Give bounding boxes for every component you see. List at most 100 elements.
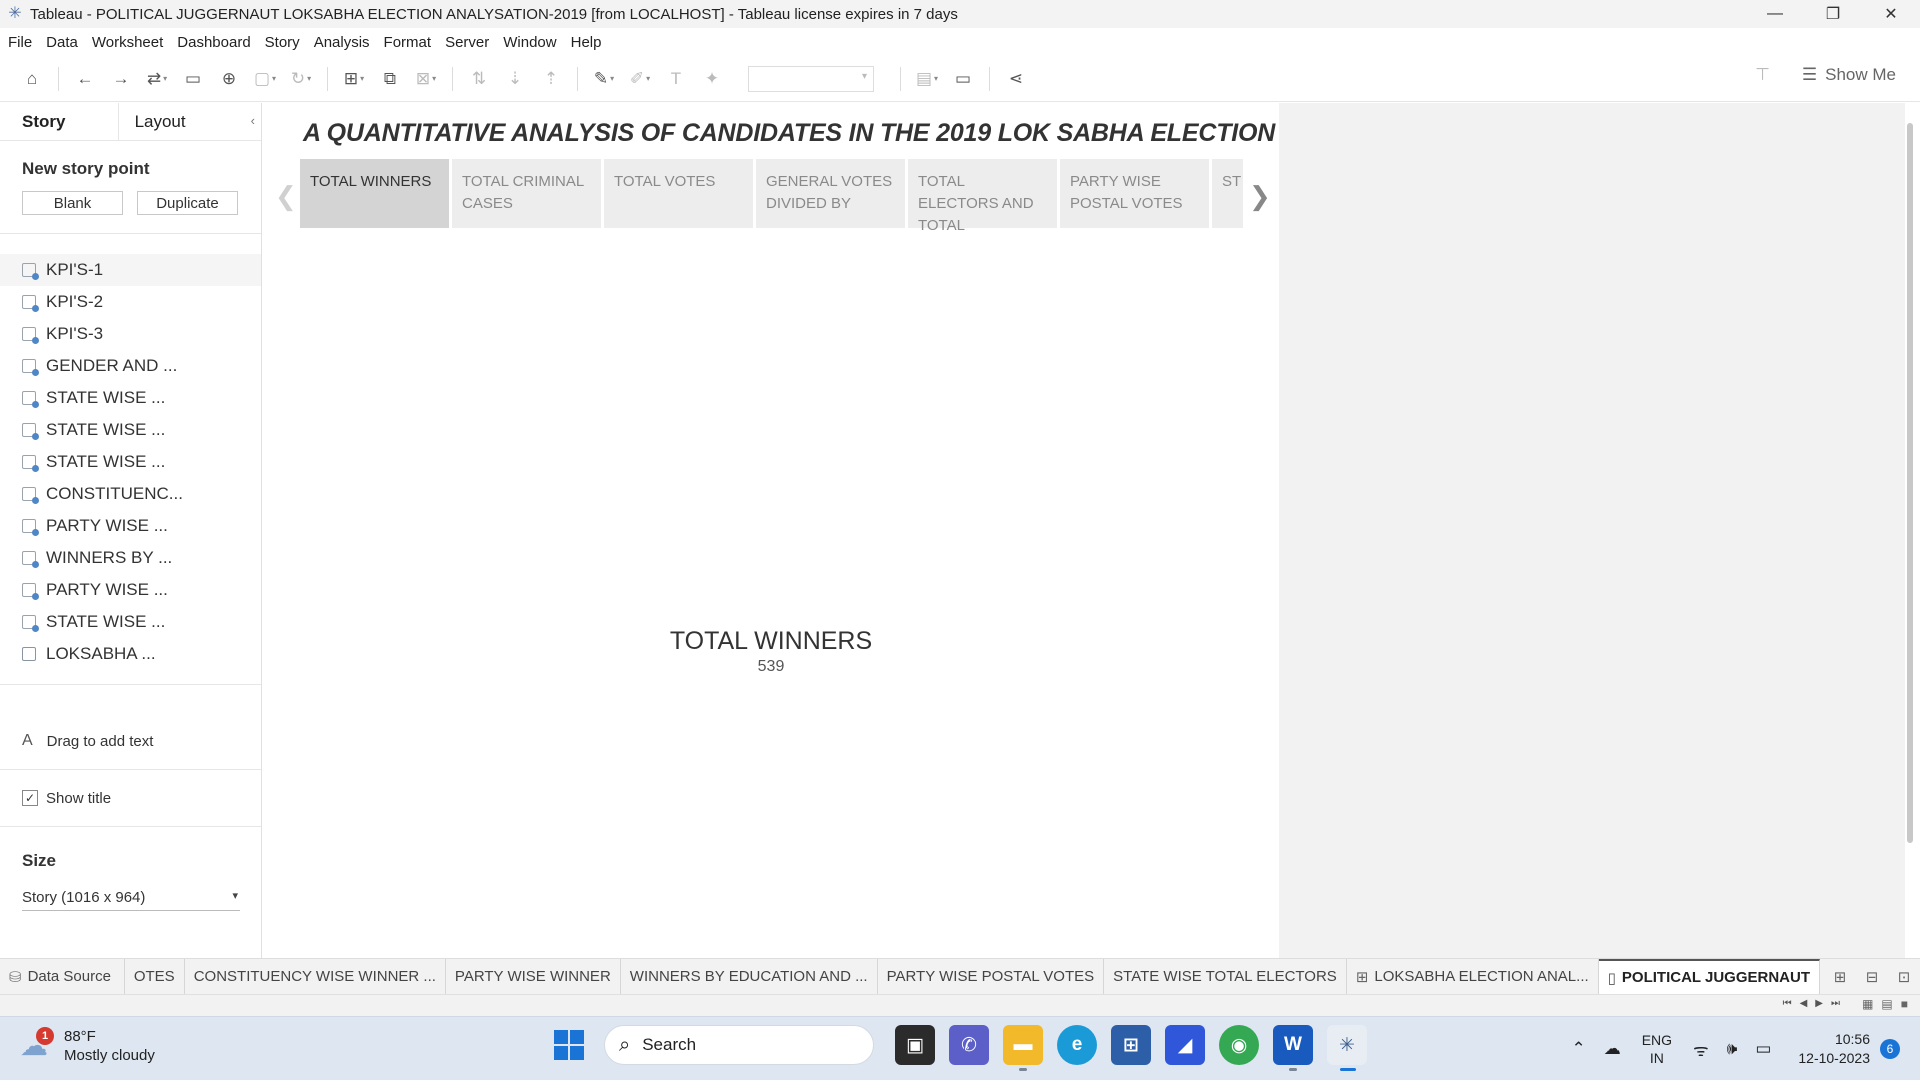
drag-to-add-text[interactable]: A Drag to add text [0, 685, 261, 769]
taskbar-search[interactable]: ⌕ Search [604, 1025, 874, 1065]
story-point-total-winners[interactable]: TOTAL WINNERS [300, 159, 449, 228]
close-button[interactable]: ✕ [1862, 0, 1920, 28]
list-item[interactable]: STATE WISE ... [0, 446, 261, 478]
list-item[interactable]: WINNERS BY ... [0, 542, 261, 574]
duplicate-sheet-icon[interactable]: ⧉ [372, 64, 408, 94]
list-item[interactable]: LOKSABHA ... [0, 638, 261, 670]
chevron-up-icon[interactable]: ⌃ [1571, 1039, 1585, 1059]
restore-button[interactable]: ❐ [1804, 0, 1862, 28]
show-me-button[interactable]: ⊤ ☰ Show Me [1755, 65, 1896, 85]
story-point-total-electors[interactable]: TOTAL ELECTORS AND TOTAL [908, 159, 1057, 231]
tableau-taskbar-icon[interactable]: ✳ [1327, 1025, 1367, 1071]
list-item[interactable]: PARTY WISE ... [0, 574, 261, 606]
notification-count-badge[interactable]: 6 [1880, 1039, 1900, 1059]
show-mark-labels-icon[interactable]: T [658, 64, 694, 94]
new-worksheet-icon[interactable]: ⊞ ▾ [336, 64, 372, 94]
list-item[interactable]: GENDER AND ... [0, 350, 261, 382]
view-mode-icons[interactable]: ▦▤■ [1862, 997, 1916, 1011]
language-indicator[interactable]: ENG IN [1642, 1031, 1672, 1067]
duplicate-button[interactable]: Duplicate [137, 191, 238, 215]
redo-icon[interactable]: → [103, 64, 139, 94]
edge-browser-icon[interactable]: e [1057, 1025, 1097, 1065]
tab-data-source[interactable]: ⛁ Data Source [0, 958, 125, 995]
sort-ascending-icon[interactable]: ⇣ [497, 64, 533, 94]
sheet-navigation-arrows[interactable]: ⏮◀▶⏭ [1783, 998, 1848, 1009]
word-icon[interactable]: W [1273, 1025, 1313, 1071]
copilot-app-icon[interactable]: ◢ [1165, 1025, 1205, 1065]
menu-dashboard[interactable]: Dashboard [177, 34, 250, 51]
microsoft-store-icon[interactable]: ⊞ [1111, 1025, 1151, 1065]
volume-icon[interactable]: 🕪 [1727, 1039, 1738, 1059]
sheet-tab[interactable]: PARTY WISE WINNER [446, 958, 621, 995]
sort-descending-icon[interactable]: ⇡ [533, 64, 569, 94]
new-story-icon[interactable]: ⊡ [1888, 968, 1920, 986]
menu-server[interactable]: Server [445, 34, 489, 51]
tab-story[interactable]: Story [0, 103, 118, 141]
list-item[interactable]: KPI'S-1 [0, 254, 261, 286]
menu-help[interactable]: Help [571, 34, 602, 51]
menu-story[interactable]: Story [265, 34, 300, 51]
sheet-tab[interactable]: OTES [125, 958, 185, 995]
dashboard-tab[interactable]: ⊞ LOKSABHA ELECTION ANAL... [1347, 958, 1599, 995]
story-point-general-votes[interactable]: GENERAL VOTES DIVIDED BY [756, 159, 905, 228]
battery-icon[interactable]: ▭ [1755, 1039, 1771, 1059]
list-item[interactable]: STATE WISE ... [0, 606, 261, 638]
previous-story-point-arrow[interactable]: ❮ [275, 181, 297, 212]
list-item[interactable]: STATE WISE ... [0, 414, 261, 446]
size-dropdown[interactable]: Story (1016 x 964) [22, 889, 240, 911]
story-point-total-criminal-cases[interactable]: TOTAL CRIMINAL CASES [452, 159, 601, 228]
story-point-state-wise[interactable]: ST W [1212, 159, 1243, 228]
sheet-tab[interactable]: CONSTITUENCY WISE WINNER ... [185, 958, 446, 995]
highlight-icon[interactable]: ✎ ▾ [586, 64, 622, 94]
tab-layout[interactable]: Layout ‹ [117, 103, 261, 141]
vertical-scrollbar[interactable] [1905, 103, 1913, 958]
share-icon[interactable]: ⋖ [998, 64, 1034, 94]
menu-window[interactable]: Window [503, 34, 556, 51]
show-title-checkbox[interactable]: ✓ Show title [0, 770, 261, 826]
menu-file[interactable]: File [8, 34, 32, 51]
list-item[interactable]: KPI'S-2 [0, 286, 261, 318]
blank-button[interactable]: Blank [22, 191, 123, 215]
sheet-tab[interactable]: PARTY WISE POSTAL VOTES [878, 958, 1105, 995]
onedrive-icon[interactable]: ☁ [1604, 1039, 1621, 1059]
weather-widget[interactable]: ☁ 1 88°F Mostly cloudy [20, 1027, 155, 1065]
chrome-icon[interactable]: ◉ [1219, 1025, 1259, 1065]
home-icon[interactable]: ⌂ [14, 64, 50, 94]
refresh-icon[interactable]: ↻ ▾ [283, 64, 319, 94]
list-item[interactable]: KPI'S-3 [0, 318, 261, 350]
sheet-tab[interactable]: STATE WISE TOTAL ELECTORS [1104, 958, 1347, 995]
pause-updates-icon[interactable]: ▢ ▾ [247, 64, 283, 94]
clock[interactable]: 10:56 12-10-2023 [1798, 1030, 1870, 1068]
story-point-party-wise-postal-votes[interactable]: PARTY WISE POSTAL VOTES [1060, 159, 1209, 228]
group-members-icon[interactable]: ✐ ▾ [622, 64, 658, 94]
file-explorer-icon[interactable]: ▬ [1003, 1025, 1043, 1071]
menu-format[interactable]: Format [384, 34, 432, 51]
story-tab-active[interactable]: ▯ POLITICAL JUGGERNAUT [1598, 958, 1820, 995]
task-view-icon[interactable]: ▣ [895, 1025, 935, 1065]
windows-start-icon[interactable] [554, 1030, 584, 1060]
minimize-button[interactable]: — [1746, 0, 1804, 28]
presentation-mode-icon[interactable]: ▭ [945, 64, 981, 94]
next-story-point-arrow[interactable]: ❯ [1249, 181, 1271, 212]
scrollbar-thumb[interactable] [1907, 123, 1913, 843]
new-dashboard-icon[interactable]: ⊟ [1856, 968, 1888, 986]
collapse-panel-icon[interactable]: ‹ [251, 113, 255, 128]
undo-icon[interactable]: ← [67, 64, 103, 94]
replace-data-source-icon[interactable]: ⇄ ▾ [139, 64, 175, 94]
save-icon[interactable]: ▭ [175, 64, 211, 94]
story-point-total-votes[interactable]: TOTAL VOTES [604, 159, 753, 228]
sheet-tab[interactable]: WINNERS BY EDUCATION AND ... [621, 958, 878, 995]
list-item[interactable]: CONSTITUENC... [0, 478, 261, 510]
menu-analysis[interactable]: Analysis [314, 34, 370, 51]
swap-rows-columns-icon[interactable]: ⇅ [461, 64, 497, 94]
teams-chat-icon[interactable]: ✆ [949, 1025, 989, 1065]
new-data-source-icon[interactable]: ⊕ [211, 64, 247, 94]
fix-axes-icon[interactable]: ✦ [694, 64, 730, 94]
new-worksheet-icon[interactable]: ⊞ [1824, 968, 1856, 986]
fit-selector[interactable] [748, 65, 874, 92]
list-item[interactable]: PARTY WISE ... [0, 510, 261, 542]
show-hide-cards-icon[interactable]: ▤ ▾ [909, 64, 945, 94]
menu-worksheet[interactable]: Worksheet [92, 34, 163, 51]
list-item[interactable]: STATE WISE ... [0, 382, 261, 414]
clear-sheet-icon[interactable]: ⊠ ▾ [408, 64, 444, 94]
